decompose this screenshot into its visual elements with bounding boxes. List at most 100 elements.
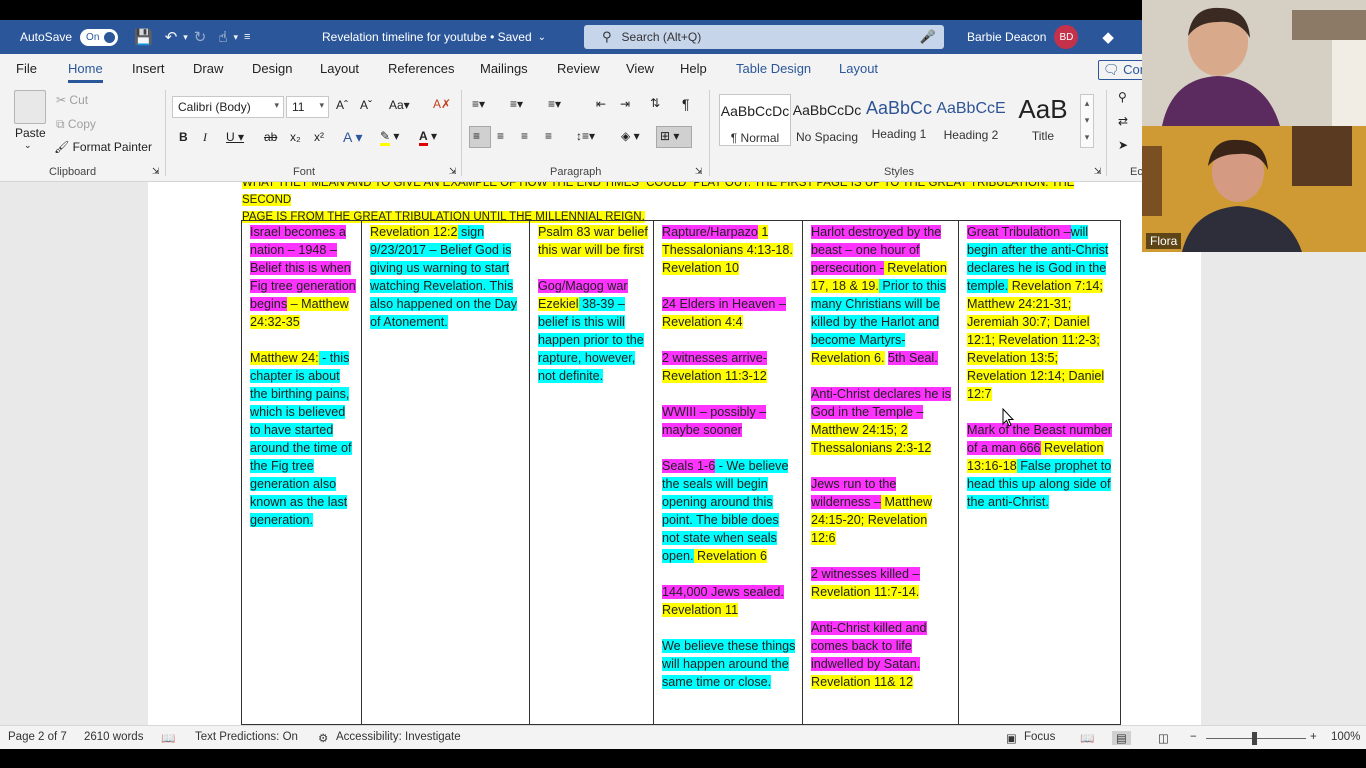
paste-dropdown-icon[interactable]: ⌄ — [24, 140, 32, 151]
find-icon[interactable]: ⚲ — [1118, 90, 1127, 104]
zoom-out-icon[interactable]: − — [1190, 731, 1197, 743]
bullets-icon[interactable]: ≡▾ — [472, 97, 485, 111]
customize-toolbar-icon[interactable]: ≡ — [244, 31, 250, 43]
styles-scroll[interactable]: ▴ ▾ ▾ — [1080, 94, 1094, 148]
grow-font-icon[interactable]: Aˆ — [336, 98, 348, 112]
shading-icon[interactable]: ◈ ▾ — [621, 129, 640, 143]
touch-dropdown-icon[interactable]: ▾ — [234, 32, 239, 43]
font-size-combo[interactable]: 11 ▾ — [286, 96, 329, 118]
sort-icon[interactable]: ⇅ — [650, 96, 660, 110]
tab-table-design[interactable]: Table Design — [736, 61, 811, 76]
read-mode-icon[interactable]: 📖 — [1080, 731, 1094, 745]
justify-icon[interactable]: ≡ — [545, 129, 552, 143]
font-name-combo[interactable]: Calibri (Body) ▾ — [172, 96, 284, 118]
align-right-icon[interactable]: ≡ — [521, 129, 528, 143]
print-layout-icon[interactable]: ▤ — [1112, 731, 1131, 745]
table-cell[interactable]: Rapture/Harpazo 1 Thessalonians 4:13-18.… — [654, 221, 803, 724]
increase-indent-icon[interactable]: ⇥ — [620, 97, 630, 111]
decrease-indent-icon[interactable]: ⇤ — [596, 97, 606, 111]
tab-help[interactable]: Help — [680, 61, 707, 76]
borders-icon[interactable]: ⊞ ▾ — [660, 129, 679, 143]
table-cell[interactable]: Great Tribulation –will begin after the … — [959, 221, 1120, 724]
clipboard-launcher-icon[interactable]: ⇲ — [152, 166, 160, 177]
style-heading-2[interactable]: AaBbCcE Heading 2 — [935, 94, 1007, 146]
format-painter-button[interactable]: 🖌 Format Painter — [54, 140, 152, 154]
align-center-icon[interactable]: ≡ — [497, 129, 504, 143]
superscript-button[interactable]: x² — [314, 130, 324, 144]
multilevel-list-icon[interactable]: ≡▾ — [548, 97, 561, 111]
tab-draw[interactable]: Draw — [193, 61, 223, 76]
table-cell[interactable]: Psalm 83 war belief this war will be fir… — [530, 221, 654, 724]
zoom-level[interactable]: 100% — [1331, 731, 1360, 743]
chevron-down-icon[interactable]: ⌄ — [538, 32, 546, 43]
avatar[interactable]: BD — [1054, 25, 1079, 49]
undo-dropdown-icon[interactable]: ▾ — [183, 32, 188, 43]
user-name[interactable]: Barbie Deacon — [967, 30, 1046, 44]
focus-button[interactable]: Focus — [1024, 731, 1055, 743]
tab-table-layout[interactable]: Layout — [839, 61, 878, 76]
zoom-slider-thumb[interactable] — [1252, 732, 1257, 745]
document-title[interactable]: Revelation timeline for youtube • Saved — [322, 30, 532, 44]
tab-references[interactable]: References — [388, 61, 454, 76]
styles-launcher-icon[interactable]: ⇲ — [1094, 166, 1102, 177]
table-cell[interactable]: Israel becomes a nation – 1948 – Belief … — [242, 221, 362, 724]
replace-icon[interactable]: ⇄ — [1118, 114, 1128, 128]
accessibility-status[interactable]: Accessibility: Investigate — [336, 731, 461, 743]
style-normal[interactable]: AaBbCcDc ¶ Normal — [719, 94, 791, 146]
word-count[interactable]: 2610 words — [84, 731, 143, 743]
align-left-icon[interactable]: ≡ — [473, 129, 480, 143]
zoom-in-icon[interactable]: + — [1310, 731, 1317, 743]
video-tile-presenter[interactable] — [1142, 0, 1366, 126]
touch-mode-icon[interactable]: ☝ — [218, 28, 227, 46]
style-heading-1[interactable]: AaBbCc Heading 1 — [863, 94, 935, 146]
document-page[interactable]: WHAT THEY MEAN AND TO GIVE AN EXAMPLE OF… — [148, 182, 1201, 725]
highlight-icon[interactable]: ✎ ▾ — [380, 129, 399, 146]
tab-file[interactable]: File — [16, 61, 37, 76]
paragraph-launcher-icon[interactable]: ⇲ — [695, 166, 703, 177]
timeline-table[interactable]: Israel becomes a nation – 1948 – Belief … — [241, 220, 1121, 725]
tab-mailings[interactable]: Mailings — [480, 61, 528, 76]
search-box[interactable]: ⚲ Search (Alt+Q) 🎤 — [584, 25, 944, 49]
undo-icon[interactable]: ↶ — [165, 28, 178, 46]
tab-view[interactable]: View — [626, 61, 654, 76]
style-title[interactable]: AaB Title — [1007, 94, 1079, 146]
autosave-toggle[interactable]: On — [80, 28, 119, 46]
clear-formatting-icon[interactable]: A✗ — [433, 97, 451, 111]
video-tile-flora[interactable]: Flora — [1142, 126, 1366, 252]
underline-button[interactable]: U ▾ — [226, 130, 244, 144]
show-marks-icon[interactable]: ¶ — [682, 96, 690, 112]
copy-button[interactable]: ⧉ Copy — [56, 117, 96, 132]
page-count[interactable]: Page 2 of 7 — [8, 731, 67, 743]
tab-home[interactable]: Home — [68, 61, 103, 83]
subscript-button[interactable]: x₂ — [290, 130, 301, 144]
strikethrough-button[interactable]: ab — [264, 130, 277, 144]
paste-button[interactable]: Paste — [15, 126, 46, 140]
table-cell[interactable]: Harlot destroyed by the beast – one hour… — [803, 221, 959, 724]
bold-button[interactable]: B — [179, 130, 188, 144]
tab-review[interactable]: Review — [557, 61, 600, 76]
italic-button[interactable]: I — [203, 130, 207, 145]
change-case-icon[interactable]: Aa▾ — [389, 98, 410, 112]
numbering-icon[interactable]: ≡▾ — [510, 97, 523, 111]
microphone-icon[interactable]: 🎤 — [920, 29, 936, 45]
tab-design[interactable]: Design — [252, 61, 292, 76]
diamond-icon[interactable]: ◆ — [1102, 28, 1114, 46]
line-spacing-icon[interactable]: ↕≡▾ — [576, 129, 595, 143]
redo-icon[interactable]: ↻ — [194, 28, 207, 46]
cut-button[interactable]: ✂ Cut — [56, 93, 88, 107]
proofing-icon[interactable]: 📖 — [161, 731, 175, 745]
font-launcher-icon[interactable]: ⇲ — [449, 166, 457, 177]
table-cell[interactable]: Revelation 12:2 sign 9/23/2017 – Belief … — [362, 221, 530, 724]
tab-layout[interactable]: Layout — [320, 61, 359, 76]
shrink-font-icon[interactable]: Aˇ — [360, 98, 372, 112]
font-color-icon[interactable]: A ▾ — [419, 129, 437, 146]
style-no-spacing[interactable]: AaBbCcDc No Spacing — [791, 94, 863, 146]
text-effects-icon[interactable]: A ▾ — [343, 129, 362, 146]
web-layout-icon[interactable]: ◫ — [1158, 731, 1169, 745]
select-icon[interactable]: ➤ — [1118, 138, 1128, 152]
text-predictions-status[interactable]: Text Predictions: On — [195, 731, 298, 743]
paste-icon[interactable] — [14, 90, 46, 124]
save-icon[interactable]: 💾 — [134, 28, 153, 46]
tab-insert[interactable]: Insert — [132, 61, 165, 76]
search-input[interactable]: Search (Alt+Q) — [622, 30, 702, 44]
